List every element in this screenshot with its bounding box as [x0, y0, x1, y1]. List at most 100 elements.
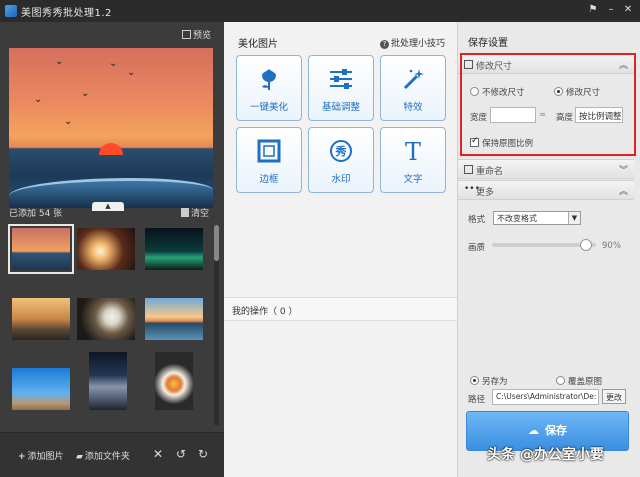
- title-bar: 美图秀秀批处理1.2 ⚑ – ✕: [0, 0, 640, 22]
- more-section-header[interactable]: ••• 更多 ︽: [458, 180, 634, 200]
- tulip-icon: [237, 66, 301, 92]
- trash-icon: [181, 208, 189, 217]
- text-t-icon: T: [381, 138, 445, 164]
- more-dots-icon: •••: [464, 184, 480, 194]
- overwrite-label: 覆盖原图: [568, 377, 603, 387]
- window-title: 美图秀秀批处理1.2: [21, 8, 112, 19]
- bird-icon: ⌄: [55, 56, 64, 67]
- change-path-button[interactable]: 更改: [602, 389, 626, 404]
- thumbnail-grid: [8, 224, 209, 435]
- added-count: 已添加 54 张: [9, 209, 63, 219]
- rotate-right-icon[interactable]: ↻: [198, 447, 208, 461]
- format-value: 不改变格式: [497, 214, 537, 223]
- tool-label: 基础调整: [321, 102, 360, 113]
- preview-icon: [182, 30, 191, 39]
- tips-label: 批处理小技巧: [391, 39, 446, 49]
- left-panel: 预览 ⌄ ⌄ ⌄ ⌄ ⌄ ⌄ ▲ 已添加 54 张 清空 + 添加图片 ▰ 添加文件…: [0, 22, 224, 477]
- radio-save-as[interactable]: 另存为: [470, 375, 508, 387]
- tool-effects[interactable]: 特效: [380, 55, 446, 121]
- tool-label: 水印: [331, 174, 351, 185]
- source-watermark: 头条 @办公室小要: [487, 447, 604, 463]
- clear-label: 清空: [191, 209, 210, 219]
- my-operations-label: 我的操作（ 0 ）: [232, 307, 298, 317]
- radio-overwrite[interactable]: 覆盖原图: [556, 375, 602, 387]
- radio-button[interactable]: [556, 376, 565, 385]
- tool-label: 特效: [403, 102, 423, 113]
- bird-icon: ⌄: [81, 88, 90, 99]
- save-as-label: 另存为: [482, 377, 508, 387]
- bird-icon: ⌄: [127, 67, 136, 78]
- xiu-badge-icon: 秀: [309, 138, 373, 164]
- tool-text[interactable]: T 文字: [380, 127, 446, 193]
- collapse-preview-toggle[interactable]: ▲: [92, 202, 124, 211]
- center-panel: 美化图片 ? 批处理小技巧 一键美化 基础调整 特效 边框 秀 水印 T 文字 …: [224, 22, 458, 477]
- thumbnail-star-lights[interactable]: [77, 228, 135, 270]
- rename-header-label: 重命名: [476, 167, 504, 177]
- help-icon: ?: [380, 40, 389, 49]
- batch-tips-link[interactable]: ? 批处理小技巧: [380, 36, 445, 49]
- chevron-down-icon: ︾: [618, 166, 628, 176]
- tool-basic-adjust[interactable]: 基础调整: [308, 55, 374, 121]
- bird-icon: ⌄: [34, 94, 43, 105]
- sliders-icon: [309, 66, 373, 92]
- add-image-button[interactable]: + 添加图片: [18, 449, 64, 462]
- folder-icon: ▰: [76, 452, 83, 462]
- clear-button[interactable]: 清空: [181, 206, 209, 219]
- format-label: 格式: [468, 215, 486, 225]
- quality-label: 画质: [468, 243, 486, 253]
- bird-icon: ⌄: [64, 116, 73, 127]
- highlight-annotation-box: [460, 53, 636, 156]
- thumbnail-bridge[interactable]: [12, 298, 70, 340]
- minimize-icon[interactable]: –: [604, 3, 618, 17]
- tool-frame[interactable]: 边框: [236, 127, 302, 193]
- tool-watermark[interactable]: 秀 水印: [308, 127, 374, 193]
- delete-icon[interactable]: ✕: [153, 447, 163, 461]
- path-label: 路径: [468, 395, 486, 405]
- beautify-title: 美化图片: [238, 39, 278, 50]
- svg-text:秀: 秀: [335, 144, 347, 158]
- main-preview-image: ⌄ ⌄ ⌄ ⌄ ⌄ ⌄: [9, 48, 213, 208]
- preview-button[interactable]: 预览: [182, 28, 211, 41]
- close-icon[interactable]: ✕: [621, 3, 635, 17]
- thumbnail-sunset[interactable]: [8, 224, 74, 274]
- thumbnail-eagle[interactable]: [77, 298, 135, 340]
- sun-shape: [99, 143, 123, 155]
- thumbnail-palm-trees[interactable]: [12, 368, 70, 410]
- thumbnail-beach-sunset[interactable]: [145, 298, 203, 340]
- chevron-down-icon: ▼: [568, 212, 580, 224]
- settings-icon[interactable]: ⚑: [586, 3, 600, 17]
- left-toolbar: + 添加图片 ▰ 添加文件夹 ✕ ↺ ↻: [0, 432, 224, 477]
- add-folder-label: 添加文件夹: [84, 452, 130, 462]
- plus-icon: +: [18, 452, 26, 462]
- quality-value: 90%: [602, 241, 621, 251]
- quality-slider[interactable]: [492, 239, 596, 251]
- format-select[interactable]: 不改变格式 ▼: [493, 211, 581, 225]
- path-input[interactable]: C:\Users\Administrator\De:: [492, 389, 599, 405]
- rename-icon: [464, 165, 473, 174]
- save-button-label: 保存: [545, 424, 567, 437]
- svg-text:T: T: [405, 139, 421, 163]
- tool-one-click-beautify[interactable]: 一键美化: [236, 55, 302, 121]
- add-image-label: 添加图片: [27, 452, 64, 462]
- add-folder-button[interactable]: ▰ 添加文件夹: [76, 449, 130, 462]
- chevron-up-icon: ︽: [618, 187, 628, 197]
- radio-button[interactable]: [470, 376, 479, 385]
- app-logo-icon: [5, 5, 17, 17]
- tool-label: 边框: [259, 174, 279, 185]
- rename-section-header[interactable]: 重命名 ︾: [458, 159, 634, 179]
- quality-slider-knob[interactable]: [579, 239, 592, 251]
- magic-wand-icon: [381, 66, 445, 92]
- tool-label: 一键美化: [249, 102, 288, 113]
- my-operations-bar: 我的操作（ 0 ）: [224, 297, 457, 321]
- save-settings-title: 保存设置: [468, 38, 508, 49]
- bird-icon: ⌄: [109, 58, 118, 69]
- frame-icon: [237, 138, 301, 164]
- thumbnail-scrollbar[interactable]: [214, 225, 219, 425]
- scrollbar-thumb[interactable]: [214, 225, 219, 261]
- thumbnail-night-road[interactable]: [89, 352, 127, 410]
- thumbnail-aurora[interactable]: [145, 228, 203, 270]
- rotate-left-icon[interactable]: ↺: [176, 447, 186, 461]
- preview-label: 预览: [193, 31, 212, 41]
- thumbnail-food[interactable]: [155, 352, 193, 410]
- more-header-label: 更多: [476, 188, 495, 198]
